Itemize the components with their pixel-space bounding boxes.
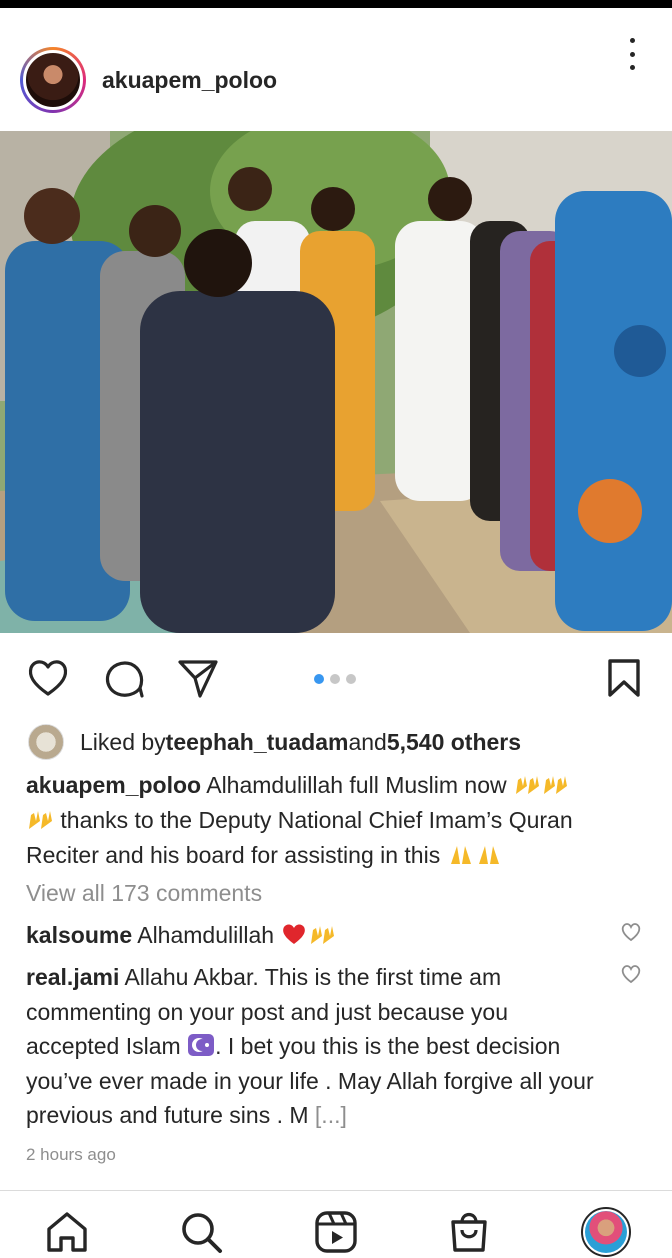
reels-icon[interactable]	[313, 1209, 359, 1255]
raised-hands-emoji-icon	[516, 776, 540, 794]
comment-like-heart-icon[interactable]	[620, 921, 642, 943]
raised-hands-emoji-icon	[544, 776, 568, 794]
carousel-indicator	[314, 674, 356, 684]
carousel-dot-active	[314, 674, 324, 684]
comment-text: Alhamdulillah	[132, 922, 281, 948]
likes-count[interactable]: 5,540 others	[387, 729, 521, 756]
comment-icon[interactable]	[102, 656, 146, 700]
post-author-avatar[interactable]	[20, 47, 86, 113]
heart-icon[interactable]	[26, 656, 70, 700]
comment-item: real.jami Allahu Akbar. This is the firs…	[26, 960, 606, 1133]
folded-hands-emoji-icon	[478, 846, 499, 864]
comment-username[interactable]: kalsoume	[26, 922, 132, 948]
post-timestamp: 2 hours ago	[26, 1145, 116, 1164]
home-icon[interactable]	[44, 1209, 90, 1255]
likes-prefix: Liked by	[80, 728, 166, 755]
more-options-icon[interactable]	[622, 38, 642, 70]
liker-avatar	[28, 724, 64, 760]
comment-item: kalsoume Alhamdulillah	[26, 918, 606, 953]
post-caption: akuapem_poloo Alhamdulillah full Muslim …	[26, 768, 646, 873]
comment-username[interactable]: real.jami	[26, 964, 119, 990]
post-header: akuapem_poloo	[0, 30, 672, 130]
likes-and: and	[348, 728, 387, 755]
post-actions	[0, 646, 672, 708]
search-icon[interactable]	[178, 1209, 224, 1255]
folded-hands-emoji-icon	[450, 846, 471, 864]
raised-hands-emoji-icon	[311, 926, 335, 944]
bookmark-icon[interactable]	[602, 656, 646, 700]
view-all-comments-link[interactable]: View all 173 comments	[26, 880, 262, 907]
post-author-username[interactable]: akuapem_poloo	[102, 67, 277, 94]
shop-icon[interactable]	[446, 1209, 492, 1255]
profile-avatar[interactable]	[581, 1207, 631, 1257]
bottom-navigation	[0, 1190, 672, 1258]
caption-text-1: Alhamdulillah full Muslim now	[201, 772, 514, 798]
carousel-dot	[330, 674, 340, 684]
caption-username[interactable]: akuapem_poloo	[26, 772, 201, 798]
likes-summary[interactable]: Liked by teephah_tuadam and 5,540 others	[28, 722, 521, 762]
status-bar	[0, 0, 672, 8]
carousel-dot	[346, 674, 356, 684]
comment-like-heart-icon[interactable]	[620, 963, 642, 985]
liker-username[interactable]: teephah_tuadam	[166, 729, 349, 756]
red-heart-emoji-icon	[283, 924, 306, 944]
raised-hands-emoji-icon	[29, 811, 52, 829]
comment-more-link[interactable]: [...]	[315, 1102, 347, 1128]
share-icon[interactable]	[176, 656, 220, 700]
star-and-crescent-emoji-icon	[188, 1034, 215, 1056]
post-image[interactable]	[0, 131, 672, 633]
